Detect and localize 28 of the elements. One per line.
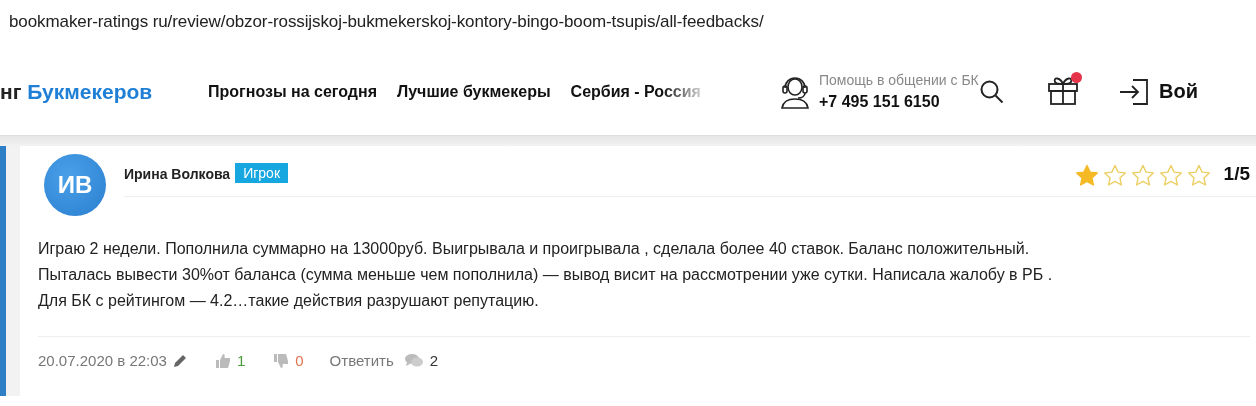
url-text[interactable]: bookmaker-ratings ru/review/obzor-rossijskoj-bukmekerskoj-kontory-bingo-boom-tsupis/all-feedbacks/ — [9, 12, 764, 31]
nav-link[interactable]: Лучшие букмекеры — [397, 82, 551, 101]
star-icon — [1074, 164, 1099, 187]
like-count: 1 — [236, 352, 246, 369]
phone-number[interactable]: +7 495 151 6150 — [819, 93, 979, 111]
star-icon — [1158, 164, 1183, 187]
search-icon[interactable] — [979, 78, 1005, 105]
author-name[interactable]: Ирина Волкова — [124, 166, 231, 182]
star-icon — [1102, 164, 1127, 187]
star-icon — [1186, 164, 1211, 187]
review-date: 20.07.2020 в 22:03 — [38, 352, 167, 369]
dislike-count: 0 — [295, 352, 304, 369]
thumbs-up-icon[interactable] — [214, 352, 231, 369]
review-text: Играю 2 недели. Пополнила суммарно на 13000руб. Выигрывала и проигрывала , сделала более 40 ставок. Баланс положительный. Пыталась вывести 30%от баланса (сумма меньше чем пополнила) — вывод висит на рассмотрении уже сутки. Написала жалобу в РБ . Для БК с рейтингом — 4.2…такие действия разрушают репутацию. — [38, 236, 1250, 337]
role-badge: Игрок — [235, 163, 289, 183]
pencil-icon[interactable] — [172, 353, 187, 368]
nav-link[interactable]: Сербия - Россия — [570, 82, 701, 101]
star-icon — [1130, 164, 1155, 187]
comment-count: 2 — [429, 352, 439, 369]
thumbs-down-icon[interactable] — [273, 352, 290, 369]
support-label: Помощь в общении с БК — [819, 72, 979, 88]
login-button[interactable]: Вой — [1119, 77, 1198, 106]
nav-link[interactable]: Прогнозы на сегодня — [208, 82, 377, 101]
logo-text[interactable]: нг Букмекеров — [0, 79, 208, 104]
reply-link[interactable]: Ответить — [329, 352, 394, 369]
login-icon — [1119, 77, 1149, 106]
user-avatar: ИВ — [44, 154, 106, 216]
rating-score: 1/5 — [1223, 163, 1250, 185]
